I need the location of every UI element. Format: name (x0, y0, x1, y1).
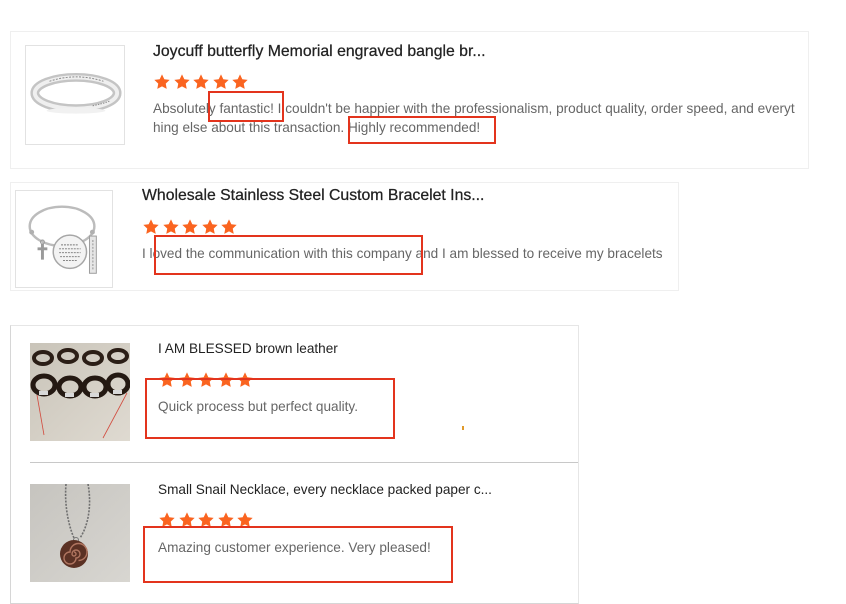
leather-bracelets-image (30, 343, 130, 441)
product-thumbnail[interactable] (30, 484, 130, 582)
product-title[interactable]: Small Snail Necklace, every necklace pac… (158, 480, 492, 500)
divider (30, 462, 578, 463)
star-icon (221, 219, 237, 234)
product-title[interactable]: I AM BLESSED brown leather (158, 339, 338, 359)
charm-bangle-image (16, 191, 112, 287)
highlight-box (208, 91, 284, 122)
star-icon (212, 74, 229, 89)
star-icon (182, 219, 198, 234)
rating-stars (142, 218, 238, 236)
star-icon (173, 74, 190, 89)
product-thumbnail[interactable] (15, 190, 113, 288)
product-title[interactable]: Wholesale Stainless Steel Custom Bracele… (142, 186, 485, 206)
engraved-cuff-bangle-image (26, 46, 124, 144)
star-icon (193, 74, 209, 89)
highlight-box (143, 526, 453, 583)
snail-necklace-image (30, 484, 130, 582)
star-icon (162, 219, 179, 234)
highlight-box (154, 235, 423, 275)
stray-dot (462, 426, 464, 430)
star-icon (143, 219, 159, 234)
star-icon (201, 219, 218, 234)
product-title[interactable]: Joycuff butterfly Memorial engraved bang… (153, 42, 486, 62)
star-icon (154, 74, 170, 89)
highlight-box (348, 116, 496, 144)
highlight-box (145, 378, 395, 439)
rating-stars (153, 73, 249, 91)
star-icon (232, 74, 248, 89)
product-thumbnail[interactable] (25, 45, 125, 145)
product-thumbnail[interactable] (30, 343, 130, 441)
